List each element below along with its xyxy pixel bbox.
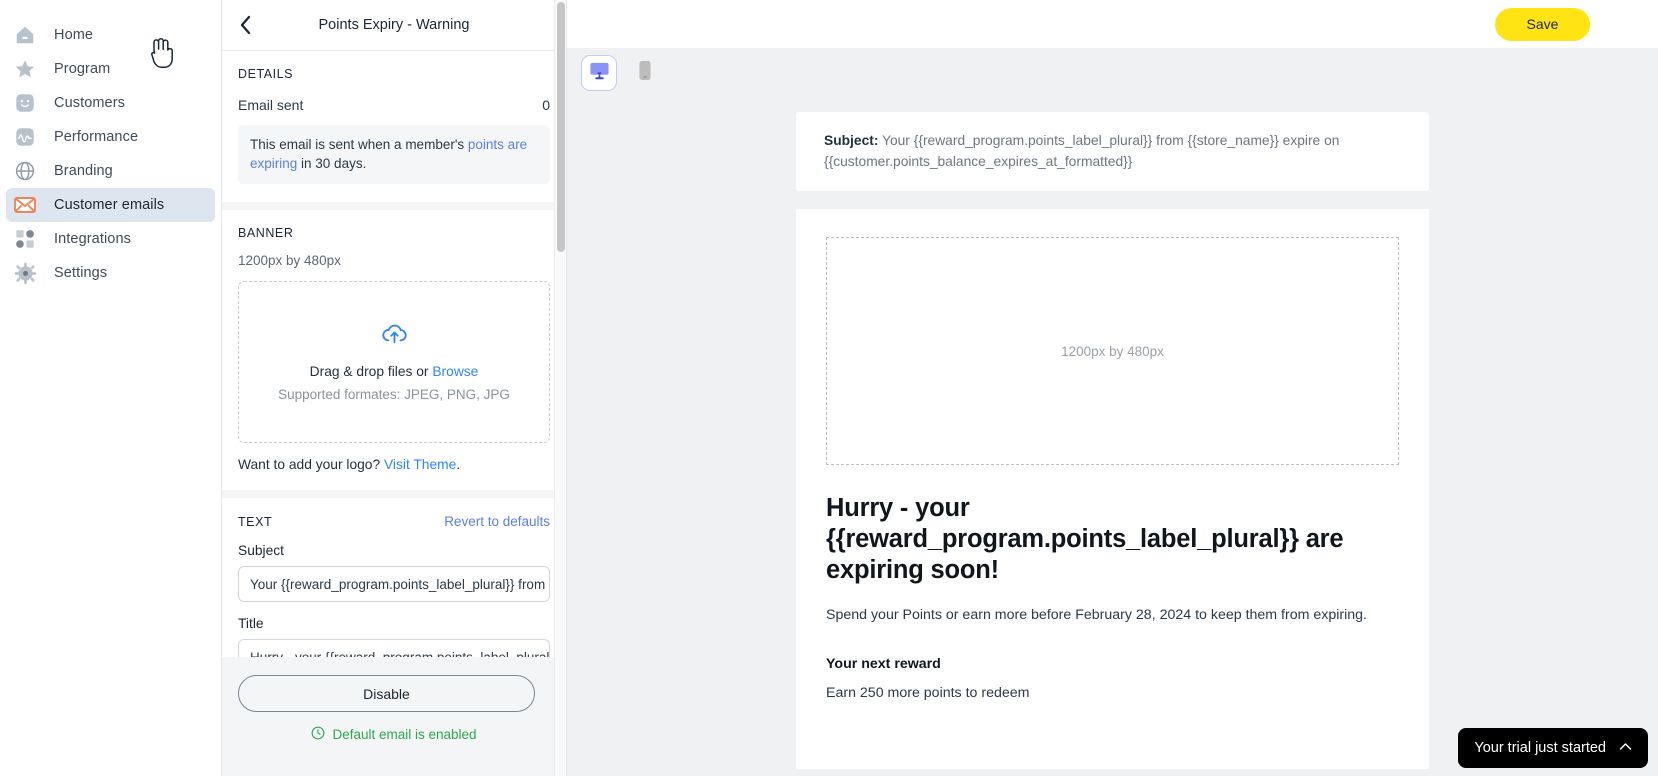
- sidebar-item-program[interactable]: Program: [6, 52, 215, 86]
- preview-subject-label: Subject:: [824, 133, 879, 148]
- save-button[interactable]: Save: [1495, 7, 1590, 41]
- trial-status-pill[interactable]: Your trial just started: [1458, 728, 1648, 768]
- sidebar-item-label: Customers: [54, 95, 125, 111]
- preview-email-card: 1200px by 480px Hurry - your {{reward_pr…: [796, 209, 1429, 769]
- default-email-status: Default email is enabled: [238, 726, 550, 743]
- email-sent-value: 0: [542, 97, 550, 113]
- preview-heading: Hurry - your {{reward_program.points_lab…: [826, 494, 1344, 584]
- device-desktop-button[interactable]: [581, 55, 617, 91]
- subject-input[interactable]: Your {{reward_program.points_label_plura…: [238, 566, 550, 602]
- banner-dropzone[interactable]: Drag & drop files or Browse Supported fo…: [238, 281, 550, 443]
- email-sent-row: Email sent 0: [238, 97, 550, 113]
- sidebar-item-performance[interactable]: Performance: [6, 120, 215, 154]
- sidebar-item-customer-emails[interactable]: Customer emails: [6, 188, 215, 222]
- title-field-label: Title: [238, 616, 264, 631]
- sidebar-item-branding[interactable]: Branding: [6, 154, 215, 188]
- text-section-label: TEXT: [238, 515, 273, 529]
- smiley-face-icon: [12, 90, 38, 116]
- chevron-up-icon: [1619, 741, 1632, 753]
- preview-area: Save Subject: Your {{reward_program.poin…: [567, 0, 1658, 776]
- sidebar-item-label: Home: [54, 27, 94, 43]
- grid-squares-icon: [12, 226, 38, 252]
- dropzone-drop-text: Drag & drop files or: [309, 363, 433, 379]
- disable-button[interactable]: Disable: [238, 675, 535, 712]
- details-info-box: This email is sent when a member's point…: [238, 125, 550, 184]
- logo-help-line: Want to add your logo? Visit Theme.: [238, 457, 550, 472]
- email-sent-label: Email sent: [238, 97, 304, 113]
- preview-reward-text: Earn 250 more points to redeem: [826, 685, 1030, 701]
- monitor-icon: [589, 61, 610, 86]
- home-icon: [12, 22, 38, 48]
- sidebar-item-label: Settings: [54, 265, 108, 281]
- sidebar-item-label: Performance: [54, 129, 139, 145]
- star-icon: [12, 56, 38, 82]
- envelope-icon: [12, 192, 38, 218]
- sidebar-item-label: Branding: [54, 163, 113, 179]
- preview-subject-card: Subject: Your {{reward_program.points_la…: [796, 112, 1429, 191]
- banner-dimensions: 1200px by 480px: [238, 253, 341, 268]
- sidebar-item-settings[interactable]: Settings: [6, 256, 215, 290]
- sidebar-nav-list: Home Program Customers Performance Brand…: [0, 18, 221, 290]
- cloud-upload-icon: [381, 323, 408, 350]
- banner-card: BANNER 1200px by 480px Drag & drop files…: [222, 210, 566, 490]
- preview-subject-body: Your {{reward_program.points_label_plura…: [824, 133, 1340, 169]
- panel-footer: Disable Default email is enabled: [222, 657, 566, 776]
- logo-suffix: .: [456, 457, 461, 472]
- sidebar-item-home[interactable]: Home: [6, 18, 215, 52]
- details-section-label: DETAILS: [238, 67, 294, 81]
- sidebar-item-label: Customer emails: [54, 197, 165, 213]
- clock-check-icon: [311, 726, 325, 743]
- preview-paragraph: Spend your Points or earn more before Fe…: [826, 607, 1367, 623]
- revert-to-defaults-link[interactable]: Revert to defaults: [444, 514, 550, 529]
- pulse-chart-icon: [12, 124, 38, 150]
- banner-section-label: BANNER: [238, 226, 294, 240]
- email-preview-wrapper: Subject: Your {{reward_program.points_la…: [567, 112, 1658, 769]
- panel-header: Points Expiry - Warning: [222, 0, 566, 51]
- gear-icon: [12, 260, 38, 286]
- sidebar-item-customers[interactable]: Customers: [6, 86, 215, 120]
- preview-banner-placeholder: 1200px by 480px: [826, 237, 1399, 465]
- device-mobile-button[interactable]: [627, 55, 663, 91]
- sidebar-item-label: Program: [54, 61, 111, 77]
- browse-link[interactable]: Browse: [432, 364, 478, 379]
- globe-icon: [12, 158, 38, 184]
- preview-reward-heading: Your next reward: [826, 656, 941, 672]
- panel-scrollbar-thumb[interactable]: [557, 2, 565, 252]
- email-settings-panel: Points Expiry - Warning DETAILS Email se…: [222, 0, 567, 776]
- app-root: Home Program Customers Performance Brand…: [0, 0, 1658, 776]
- panel-scrollbar-track[interactable]: [554, 0, 566, 776]
- text-section-header: TEXT Revert to defaults: [238, 514, 550, 529]
- phone-icon: [637, 60, 653, 87]
- chevron-left-icon[interactable]: [228, 8, 262, 42]
- sidebar-item-label: Integrations: [54, 231, 131, 247]
- sidebar-item-integrations[interactable]: Integrations: [6, 222, 215, 256]
- visit-theme-link[interactable]: Visit Theme: [384, 457, 456, 472]
- page-title: Points Expiry - Warning: [318, 17, 470, 33]
- device-toggle-bar: [567, 48, 1658, 98]
- details-card: DETAILS Email sent 0 This email is sent …: [222, 51, 566, 202]
- info-prefix: This email is sent when a member's: [250, 137, 468, 152]
- status-text: Default email is enabled: [332, 727, 477, 742]
- main-toolbar: Save: [567, 0, 1658, 48]
- trial-label: Your trial just started: [1474, 740, 1606, 756]
- dropzone-text: Drag & drop files or Browse: [310, 364, 479, 379]
- dropzone-formats: Supported formates: JPEG, PNG, JPG: [278, 386, 510, 402]
- info-suffix: in 30 days.: [297, 156, 367, 171]
- left-sidebar: Home Program Customers Performance Brand…: [0, 0, 222, 776]
- logo-prefix: Want to add your logo?: [238, 457, 384, 472]
- subject-field-label: Subject: [238, 543, 285, 558]
